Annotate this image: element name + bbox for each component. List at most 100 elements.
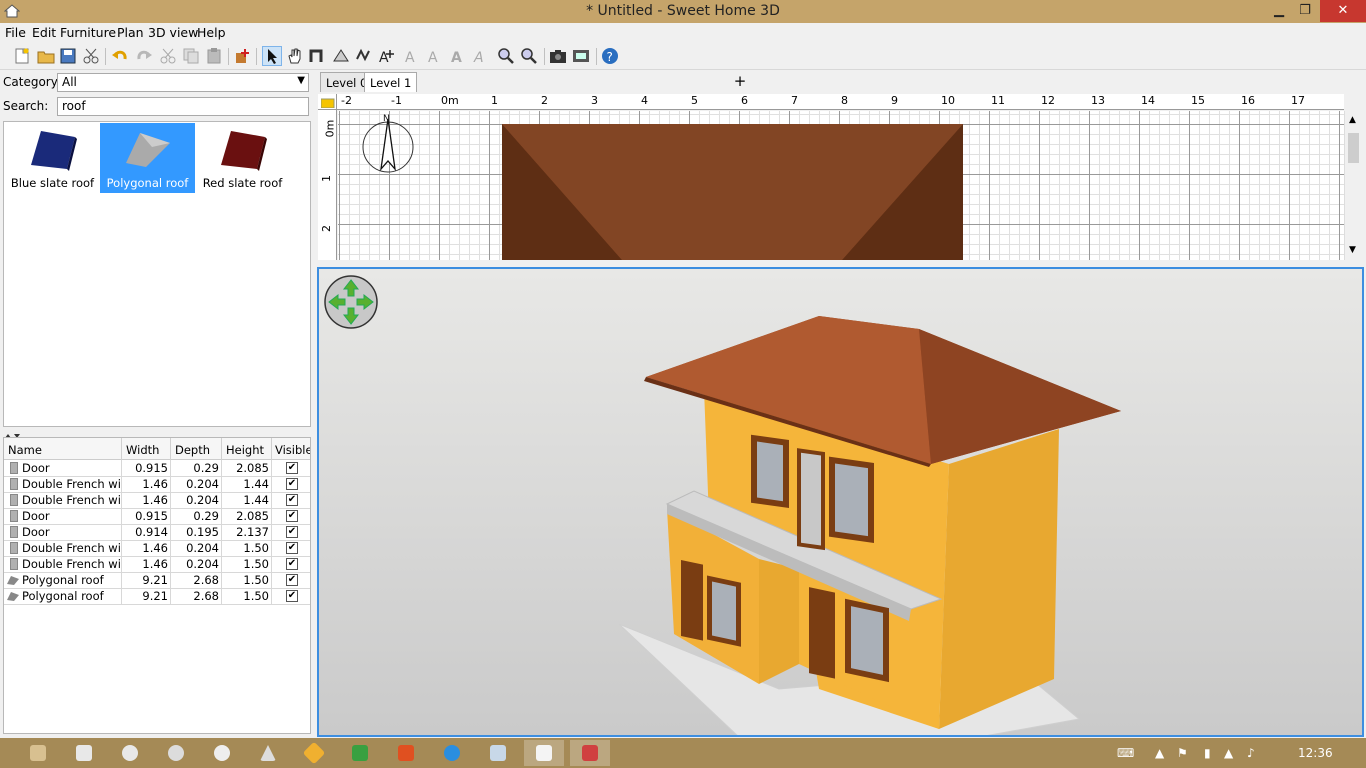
create-video-icon[interactable] [571, 46, 591, 66]
visible-checkbox[interactable]: ✔ [286, 510, 298, 522]
taskbar-files[interactable] [64, 740, 104, 766]
category-select[interactable]: All ▼ [57, 73, 309, 92]
keyboard-icon[interactable]: ⌨ [1117, 746, 1134, 760]
undo-icon[interactable] [110, 46, 130, 66]
col-width[interactable]: Width [126, 443, 159, 457]
clock[interactable]: 12:36 [1298, 746, 1333, 760]
taskbar-app-10[interactable] [432, 740, 472, 766]
zoom-in-icon[interactable] [496, 46, 516, 66]
toolbar: A A A A A ? [0, 43, 1366, 70]
col-name[interactable]: Name [8, 443, 42, 457]
redo-icon[interactable] [134, 46, 154, 66]
taskbar-explorer[interactable] [18, 740, 58, 766]
app-icon [444, 745, 460, 761]
col-visible[interactable]: Visible [275, 443, 310, 457]
create-dimensions-icon[interactable]: A [377, 46, 397, 66]
add-level-button[interactable]: + [730, 72, 750, 92]
add-furniture-icon[interactable] [232, 46, 252, 66]
visible-checkbox[interactable]: ✔ [286, 526, 298, 538]
table-row[interactable]: Door 0.915 0.29 2.085 ✔ [4, 460, 310, 476]
row-width: 1.46 [142, 557, 168, 571]
pan-mode-icon[interactable] [285, 46, 305, 66]
row-height: 1.50 [243, 589, 269, 603]
table-row[interactable]: Double French wi... 1.46 0.204 1.44 ✔ [4, 476, 310, 492]
taskbar-app-7[interactable] [294, 740, 334, 766]
menu-plan[interactable]: Plan [117, 25, 144, 40]
create-photo-icon[interactable] [548, 46, 568, 66]
taskbar-ie[interactable] [110, 740, 150, 766]
copy-icon[interactable] [181, 46, 201, 66]
menu-file[interactable]: File [5, 25, 26, 40]
table-row[interactable]: Polygonal roof 9.21 2.68 1.50 ✔ [4, 588, 310, 604]
plan-scrollbar[interactable]: ▲ ▼ [1344, 111, 1361, 260]
scroll-up-icon[interactable]: ▲ [1349, 115, 1356, 125]
create-rooms-icon[interactable] [331, 46, 351, 66]
col-height[interactable]: Height [226, 443, 264, 457]
visible-checkbox[interactable]: ✔ [286, 494, 298, 506]
paste-icon[interactable] [204, 46, 224, 66]
taskbar-app-11[interactable] [478, 740, 518, 766]
volume-icon[interactable]: ♪ [1247, 746, 1255, 760]
menu-furniture[interactable]: Furniture [60, 25, 116, 40]
visible-checkbox[interactable]: ✔ [286, 574, 298, 586]
create-polylines-icon[interactable] [354, 46, 374, 66]
decrease-text-icon[interactable]: A [448, 46, 468, 66]
signal-icon[interactable]: ▲ [1224, 746, 1233, 760]
taskbar-app-5[interactable] [202, 740, 242, 766]
close-button[interactable]: ✕ [1320, 0, 1366, 22]
chevron-up-icon[interactable]: ▲ [1155, 746, 1164, 760]
search-input[interactable]: roof [57, 97, 309, 116]
taskbar-app-9[interactable] [386, 740, 426, 766]
table-row[interactable]: Door 0.915 0.29 2.085 ✔ [4, 508, 310, 524]
battery-icon[interactable]: ▮ [1204, 746, 1211, 760]
taskbar-app-6[interactable] [248, 740, 288, 766]
splitter-handle[interactable] [3, 428, 311, 438]
3d-view[interactable] [317, 267, 1364, 737]
scroll-down-icon[interactable]: ▼ [1349, 245, 1356, 255]
table-row[interactable]: Double French wi... 1.46 0.204 1.50 ✔ [4, 540, 310, 556]
col-depth[interactable]: Depth [175, 443, 210, 457]
plan-grid[interactable]: N [338, 111, 1344, 260]
menu-help[interactable]: Help [197, 25, 226, 40]
save-icon[interactable] [58, 46, 78, 66]
maximize-button[interactable]: ❐ [1292, 0, 1318, 22]
add-text-icon[interactable]: A [402, 46, 422, 66]
table-row[interactable]: Door 0.914 0.195 2.137 ✔ [4, 524, 310, 540]
table-row[interactable]: Double French wi... 1.46 0.204 1.44 ✔ [4, 492, 310, 508]
open-icon[interactable] [36, 46, 56, 66]
taskbar-app-13[interactable] [570, 740, 610, 766]
compass-icon[interactable]: N [360, 113, 416, 173]
cut-icon[interactable] [81, 46, 101, 66]
svg-text:A: A [473, 50, 484, 65]
bold-text-icon[interactable]: A [471, 46, 491, 66]
increase-text-icon[interactable]: A [425, 46, 445, 66]
table-row[interactable]: Polygonal roof 9.21 2.68 1.50 ✔ [4, 572, 310, 588]
minimize-button[interactable]: ▁ [1266, 0, 1292, 22]
taskbar-app-8[interactable] [340, 740, 380, 766]
catalog-item-red-slate-roof[interactable]: Red slate roof [195, 123, 290, 193]
flag-icon[interactable]: ⚑ [1177, 746, 1188, 760]
table-row[interactable]: Double French wi... 1.46 0.204 1.50 ✔ [4, 556, 310, 572]
select-mode-icon[interactable] [262, 46, 282, 66]
visible-checkbox[interactable]: ✔ [286, 462, 298, 474]
cut2-icon[interactable] [158, 46, 178, 66]
catalog-item-blue-slate-roof[interactable]: Blue slate roof [5, 123, 100, 193]
new-home-icon[interactable] [12, 46, 32, 66]
taskbar-app-4[interactable] [156, 740, 196, 766]
visible-checkbox[interactable]: ✔ [286, 558, 298, 570]
create-walls-icon[interactable] [308, 46, 328, 66]
zoom-out-icon[interactable] [519, 46, 539, 66]
menu-3d-view[interactable]: 3D view [148, 25, 198, 40]
app-icon [214, 745, 230, 761]
roof-plan-shape[interactable] [502, 124, 964, 260]
help-icon[interactable]: ? [600, 46, 620, 66]
menu-edit[interactable]: Edit [32, 25, 56, 40]
row-width: 0.915 [135, 461, 168, 475]
taskbar-sweet-home-3d[interactable] [524, 740, 564, 766]
visible-checkbox[interactable]: ✔ [286, 478, 298, 490]
scroll-thumb[interactable] [1348, 133, 1359, 163]
visible-checkbox[interactable]: ✔ [286, 542, 298, 554]
visible-checkbox[interactable]: ✔ [286, 590, 298, 602]
tab-level-1[interactable]: Level 1 [364, 72, 418, 92]
catalog-item-polygonal-roof[interactable]: Polygonal roof [100, 123, 195, 193]
